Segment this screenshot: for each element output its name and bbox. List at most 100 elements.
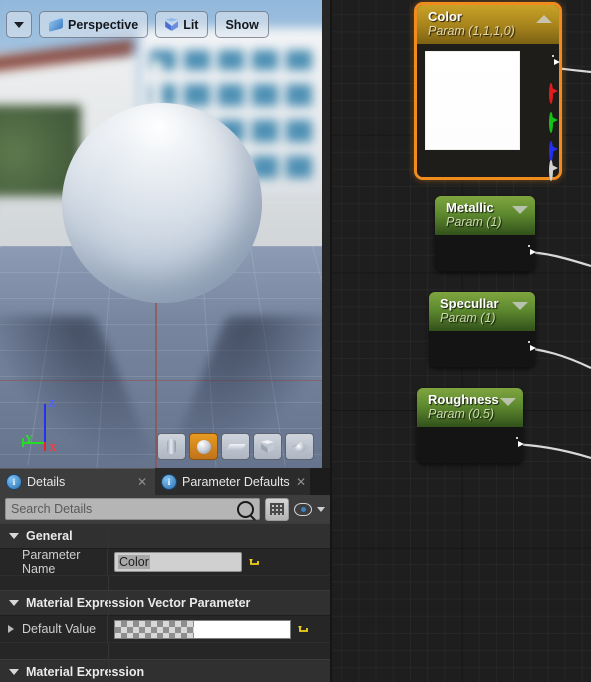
- camera-mode-button[interactable]: Perspective: [39, 11, 149, 38]
- node-header[interactable]: Specullar Param (1): [429, 292, 535, 331]
- view-mode-label: Lit: [183, 17, 199, 32]
- view-mode-button[interactable]: Lit: [155, 11, 209, 38]
- tab-details-label: Details: [27, 475, 66, 489]
- reset-arrow-icon[interactable]: [297, 623, 310, 636]
- tab-parameter-defaults[interactable]: i Parameter Defaults ✕: [155, 468, 310, 495]
- x-axis-label: X: [49, 442, 57, 454]
- search-icon: [237, 500, 254, 518]
- grid-icon: [270, 503, 284, 515]
- node-metallic[interactable]: Metallic Param (1): [435, 196, 536, 271]
- info-icon: i: [162, 474, 176, 489]
- show-label: Show: [225, 17, 259, 32]
- axis-gizmo: Z Y X: [16, 398, 80, 458]
- b-output-pin[interactable]: [549, 141, 558, 162]
- property-row-parameter-name[interactable]: Parameter Name Color: [0, 548, 330, 576]
- property-list: General Parameter Name Color Material Ex…: [0, 523, 330, 682]
- left-column: Perspective Lit Show Z Y X i Details ✕ i…: [0, 0, 330, 682]
- column-splitter[interactable]: [108, 523, 109, 682]
- node-header[interactable]: Color Param (1,1,1,0): [417, 5, 559, 44]
- teapot-icon: [291, 441, 308, 453]
- section-header-vector-parameter[interactable]: Material Expression Vector Parameter: [0, 590, 330, 616]
- section-general-label: General: [26, 529, 73, 543]
- section-vector-parameter-label: Material Expression Vector Parameter: [26, 596, 251, 610]
- sphere-mesh-button[interactable]: [189, 433, 218, 460]
- parameter-name-value: Color: [118, 555, 150, 569]
- close-icon[interactable]: ✕: [137, 475, 147, 489]
- details-search-row: Search Details: [0, 495, 330, 523]
- node-subtitle: Param (0.5): [428, 407, 494, 421]
- section-header-material-expression[interactable]: Material Expression: [0, 659, 330, 682]
- tab-details[interactable]: i Details ✕: [0, 468, 155, 495]
- property-label: Default Value: [0, 616, 108, 642]
- chevron-down-icon[interactable]: [512, 206, 528, 214]
- plane-icon: [225, 443, 246, 450]
- teapot-mesh-button[interactable]: [285, 433, 314, 460]
- x-axis-line: [44, 442, 46, 451]
- chevron-down-icon: [9, 600, 19, 606]
- parameter-name-input[interactable]: Color: [114, 552, 242, 572]
- column-settings-button[interactable]: [265, 497, 289, 521]
- search-placeholder: Search Details: [11, 502, 93, 516]
- details-tab-bar: i Details ✕ i Parameter Defaults ✕: [0, 468, 330, 495]
- search-input[interactable]: Search Details: [5, 498, 260, 520]
- y-axis-tick: [22, 438, 24, 447]
- node-body: [417, 44, 560, 181]
- section-material-expression-label: Material Expression: [26, 665, 145, 679]
- alpha-checker: [115, 620, 194, 638]
- y-axis-label: Y: [25, 433, 33, 445]
- chevron-right-icon[interactable]: [8, 625, 14, 633]
- property-row-default-value[interactable]: Default Value: [0, 616, 330, 643]
- viewport-toolbar: Perspective Lit Show: [6, 11, 269, 38]
- camera-mode-label: Perspective: [68, 17, 139, 32]
- cylinder-mesh-button[interactable]: [157, 433, 186, 460]
- node-subtitle: Param (1): [440, 311, 496, 325]
- node-title: Color: [428, 9, 462, 24]
- perspective-icon: [49, 16, 63, 33]
- chevron-down-icon: [9, 669, 19, 675]
- cube-mesh-button[interactable]: [253, 433, 282, 460]
- node-color[interactable]: Color Param (1,1,1,0): [414, 2, 562, 181]
- cube-mesh-icon: [261, 440, 274, 453]
- node-body: [417, 427, 524, 463]
- show-flags-button[interactable]: Show: [215, 11, 269, 38]
- details-panel: i Details ✕ i Parameter Defaults ✕ Searc…: [0, 468, 330, 682]
- material-editor-window: Perspective Lit Show Z Y X i Details ✕ i…: [0, 0, 591, 682]
- section-header-general[interactable]: General: [0, 523, 330, 549]
- viewport-options-button[interactable]: [6, 11, 32, 38]
- node-subtitle: Param (1): [446, 215, 502, 229]
- info-icon: i: [7, 475, 21, 489]
- preview-mesh-selector: [157, 433, 314, 460]
- node-roughness[interactable]: Roughness Param (0.5): [417, 388, 524, 463]
- property-label: Parameter Name: [0, 548, 108, 576]
- chevron-down-icon: [9, 533, 19, 539]
- reset-arrow-icon[interactable]: [248, 556, 261, 569]
- default-value-color-swatch[interactable]: [114, 619, 291, 639]
- z-axis-label: Z: [48, 398, 56, 410]
- color-preview-swatch[interactable]: [425, 51, 520, 150]
- chevron-down-icon[interactable]: [500, 398, 516, 406]
- sphere-icon: [196, 439, 211, 454]
- chevron-down-icon[interactable]: [512, 302, 528, 310]
- close-icon[interactable]: ✕: [296, 475, 306, 489]
- preview-sphere-mesh[interactable]: [62, 103, 262, 303]
- node-header[interactable]: Roughness Param (0.5): [417, 388, 523, 427]
- cube-icon: [165, 18, 179, 31]
- chevron-down-icon: [14, 21, 24, 28]
- node-specular[interactable]: Specullar Param (1): [429, 292, 536, 367]
- material-preview-viewport[interactable]: Perspective Lit Show Z Y X: [0, 0, 322, 468]
- node-subtitle: Param (1,1,1,0): [428, 24, 515, 38]
- color-solid: [193, 620, 290, 638]
- z-axis-line: [44, 404, 46, 444]
- plane-mesh-button[interactable]: [221, 433, 250, 460]
- chevron-down-icon[interactable]: [317, 506, 325, 512]
- node-header[interactable]: Metallic Param (1): [435, 196, 535, 235]
- cylinder-icon: [167, 439, 176, 454]
- tab-parameter-defaults-label: Parameter Defaults: [182, 474, 290, 489]
- r-output-pin[interactable]: [549, 83, 558, 104]
- chevron-up-icon[interactable]: [536, 15, 552, 23]
- g-output-pin[interactable]: [549, 112, 558, 133]
- a-output-pin[interactable]: [549, 160, 558, 181]
- material-graph-canvas[interactable]: Color Param (1,1,1,0) Metallic Param (1)…: [330, 0, 591, 682]
- node-body: [429, 331, 536, 367]
- eye-icon[interactable]: [294, 502, 312, 516]
